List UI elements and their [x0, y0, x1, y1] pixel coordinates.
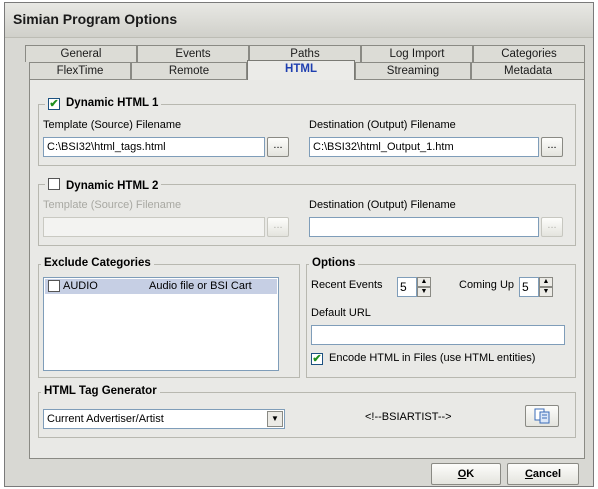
window-title: Simian Program Options	[13, 11, 178, 27]
title-bar[interactable]: Simian Program Options	[5, 3, 593, 38]
tab-log-import[interactable]: Log Import	[361, 45, 473, 62]
destination-browse-button-2[interactable]: ...	[541, 217, 563, 237]
exclude-categories-title: Exclude Categories	[41, 257, 154, 269]
category-checkbox[interactable]	[48, 280, 60, 292]
default-url-input[interactable]	[311, 325, 565, 345]
category-description: Audio file or BSI Cart	[149, 280, 252, 292]
dynamic-html-2-label: Dynamic HTML 2	[66, 180, 159, 192]
dynamic-html-1-checkbox[interactable]: ✔	[48, 98, 60, 110]
destination-filename-label-1: Destination (Output) Filename	[309, 119, 456, 131]
html-tab-panel: ✔ Dynamic HTML 1 Template (Source) Filena…	[29, 79, 585, 459]
html-tag-generator-group: HTML Tag Generator Current Advertiser/Ar…	[38, 385, 576, 438]
ok-button[interactable]: OK	[431, 463, 501, 485]
cancel-button[interactable]: Cancel	[507, 463, 579, 485]
tab-categories[interactable]: Categories	[473, 45, 585, 62]
tab-streaming[interactable]: Streaming	[355, 62, 471, 80]
decrement-arrow-icon[interactable]: ▼	[417, 287, 431, 297]
options-dialog: Simian Program Options General Events Pa…	[4, 2, 594, 487]
encode-html-checkbox[interactable]: ✔	[311, 353, 323, 365]
dynamic-html-2-header: Dynamic HTML 2	[45, 177, 162, 192]
destination-filename-input-2[interactable]	[309, 217, 539, 237]
copy-icon	[534, 408, 550, 424]
template-filename-input-2[interactable]	[43, 217, 265, 237]
template-filename-label-2: Template (Source) Filename	[43, 199, 182, 211]
copy-tag-button[interactable]	[525, 405, 559, 427]
ok-mnemonic: O	[457, 468, 467, 480]
encode-html-label: Encode HTML in Files (use HTML entities)	[329, 352, 536, 364]
list-item[interactable]: AUDIO Audio file or BSI Cart	[45, 279, 277, 294]
generated-tag: <!--BSIARTIST-->	[365, 411, 452, 423]
dynamic-html-1-label: Dynamic HTML 1	[66, 97, 159, 109]
tag-field-select[interactable]: Current Advertiser/Artist ▼	[43, 409, 285, 429]
html-tag-generator-title: HTML Tag Generator	[41, 385, 160, 397]
destination-filename-input-1[interactable]: C:\BSI32\html_Output_1.htm	[309, 137, 539, 157]
template-filename-label-1: Template (Source) Filename	[43, 119, 182, 131]
tab-general[interactable]: General	[25, 45, 137, 62]
recent-events-value[interactable]: 5	[397, 277, 417, 297]
dynamic-html-2-checkbox[interactable]	[48, 178, 60, 190]
default-url-label: Default URL	[311, 307, 371, 319]
recent-events-label: Recent Events	[311, 279, 383, 291]
increment-arrow-icon[interactable]: ▲	[539, 277, 553, 287]
chevron-down-icon[interactable]: ▼	[267, 411, 283, 427]
options-group: Options Recent Events 5 ▲ ▼ Coming Up 5 …	[306, 257, 576, 378]
tag-field-selected: Current Advertiser/Artist	[47, 413, 164, 425]
template-browse-button-2[interactable]: ...	[267, 217, 289, 237]
increment-arrow-icon[interactable]: ▲	[417, 277, 431, 287]
template-browse-button-1[interactable]: ...	[267, 137, 289, 157]
dynamic-html-2-group: Dynamic HTML 2 Template (Source) Filenam…	[38, 177, 576, 246]
destination-browse-button-1[interactable]: ...	[541, 137, 563, 157]
tab-events[interactable]: Events	[137, 45, 249, 62]
exclude-categories-group: Exclude Categories AUDIO Audio file or B…	[38, 257, 300, 378]
options-title: Options	[309, 257, 359, 269]
category-code: AUDIO	[63, 280, 98, 292]
template-filename-input-1[interactable]: C:\BSI32\html_tags.html	[43, 137, 265, 157]
destination-filename-label-2: Destination (Output) Filename	[309, 199, 456, 211]
cancel-mnemonic: C	[524, 468, 533, 480]
exclude-categories-list[interactable]: AUDIO Audio file or BSI Cart	[43, 277, 279, 371]
coming-up-label: Coming Up	[459, 279, 515, 291]
decrement-arrow-icon[interactable]: ▼	[539, 287, 553, 297]
coming-up-value[interactable]: 5	[519, 277, 539, 297]
ok-label: K	[466, 468, 475, 480]
tab-html[interactable]: HTML	[247, 60, 355, 80]
tab-metadata[interactable]: Metadata	[471, 62, 585, 80]
cancel-label: ancel	[532, 468, 562, 480]
dynamic-html-1-group: ✔ Dynamic HTML 1 Template (Source) Filena…	[38, 97, 576, 166]
tab-remote[interactable]: Remote	[131, 62, 247, 80]
dynamic-html-1-header: ✔ Dynamic HTML 1	[45, 97, 162, 110]
tab-flextime[interactable]: FlexTime	[29, 62, 131, 80]
